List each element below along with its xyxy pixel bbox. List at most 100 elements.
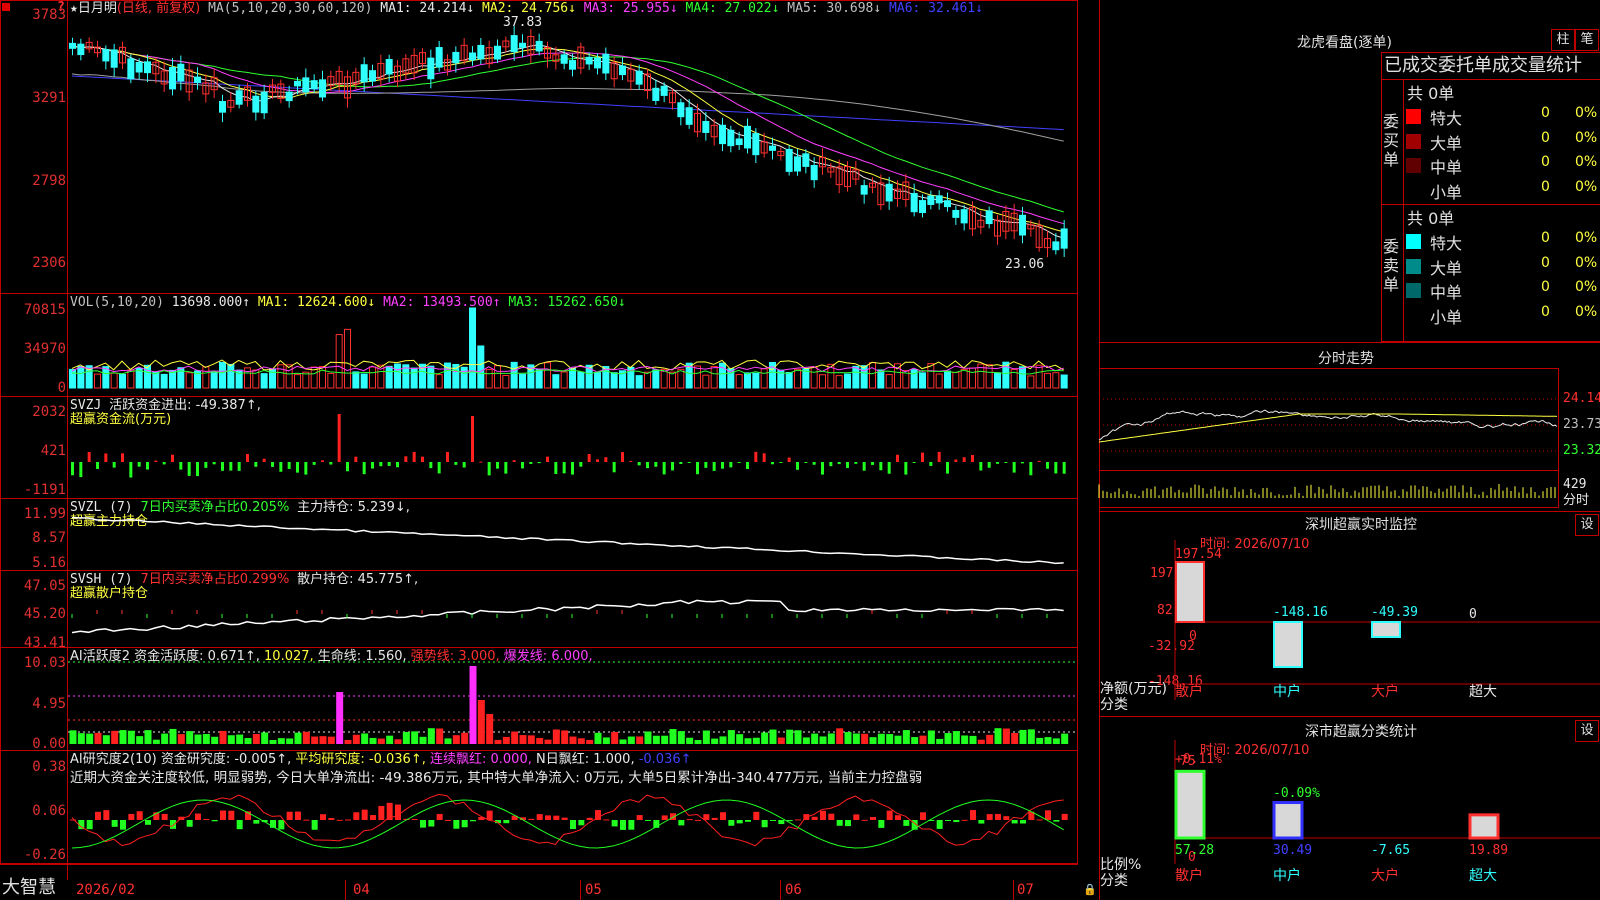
svzj-bar bbox=[896, 454, 899, 462]
sz-net-bar-chart[interactable]: 197.54 散户 -148.16 中户 -49.39 大户 0 超大 bbox=[1099, 540, 1600, 710]
vol-bar bbox=[435, 374, 443, 389]
x-axis-sep bbox=[1013, 880, 1014, 900]
ai-research-bar bbox=[461, 820, 468, 828]
buy-row-label: 中单 bbox=[1430, 158, 1463, 177]
intraday-axis-tick: 23.32 bbox=[1563, 443, 1600, 458]
buy-row-count: 0 bbox=[1541, 105, 1550, 121]
svzj-bar bbox=[962, 457, 966, 462]
ai-active-bar bbox=[827, 733, 835, 744]
vol-bar bbox=[794, 368, 801, 389]
cls-change-label: -0.09% bbox=[1273, 786, 1320, 801]
ai-research-bar bbox=[1003, 816, 1010, 820]
cls-category-label: 大户 bbox=[1371, 867, 1399, 884]
svzj-bar bbox=[521, 462, 524, 469]
sell-color-swatch bbox=[1406, 283, 1421, 298]
volume-chart[interactable] bbox=[68, 300, 1076, 395]
vol-bar bbox=[919, 372, 926, 389]
svzj-bar bbox=[804, 462, 808, 463]
ai-active-bar bbox=[994, 728, 1002, 744]
ai-active-bar bbox=[494, 739, 502, 744]
ai-active-bar bbox=[511, 731, 519, 744]
svzj-chart[interactable] bbox=[68, 398, 1076, 498]
ai-research-bar bbox=[686, 819, 693, 821]
candle bbox=[102, 48, 110, 62]
vol-bar bbox=[644, 371, 651, 389]
logo[interactable]: 大智慧 bbox=[2, 879, 56, 897]
candle bbox=[652, 87, 660, 101]
ai-research-bar bbox=[953, 820, 960, 823]
vol-bar bbox=[910, 369, 918, 389]
ai-research-bar bbox=[678, 820, 685, 826]
sz-bar bbox=[1273, 621, 1303, 669]
vol-bar bbox=[952, 371, 960, 389]
ai-active-bar bbox=[569, 736, 577, 744]
svzj-bar bbox=[579, 462, 583, 467]
ai-active-bar bbox=[777, 737, 785, 744]
ai-active-chart[interactable] bbox=[68, 650, 1076, 750]
svzj-bar bbox=[271, 462, 274, 467]
candle bbox=[469, 52, 476, 61]
pen-view-button[interactable]: 笔 bbox=[1575, 29, 1599, 51]
candle bbox=[69, 42, 76, 49]
vol-bar bbox=[502, 375, 510, 389]
svzl-line[interactable] bbox=[68, 500, 1076, 570]
ma-title: MA(5,10,20,30,60,120) bbox=[208, 1, 373, 16]
stock-name: 日月明 bbox=[77, 1, 117, 16]
ai-active-bar bbox=[936, 738, 944, 744]
sz-class-bar-chart[interactable]: 57.28 散户 30.49 中户 -7.65 大户 19.89 超大 +0.11% -0.09% bbox=[1099, 740, 1600, 900]
candle bbox=[952, 209, 960, 218]
intraday-price-line[interactable] bbox=[1098, 370, 1559, 508]
svzj-bar bbox=[446, 451, 449, 462]
cls-value-label: 19.89 bbox=[1469, 843, 1508, 858]
ai-research-bar bbox=[861, 819, 868, 821]
ai-active-bar bbox=[536, 737, 544, 744]
ai-research-bar bbox=[920, 812, 926, 820]
vol-bar bbox=[560, 371, 568, 389]
ai-active-bar bbox=[161, 733, 169, 744]
svzj-bar bbox=[796, 462, 799, 470]
candlestick-chart[interactable] bbox=[68, 16, 1076, 292]
intraday-title: 分时走势 bbox=[1318, 351, 1374, 367]
ai-research-bar bbox=[870, 817, 876, 820]
sz-class-settings-button[interactable]: 设 bbox=[1575, 720, 1599, 742]
x-axis-sep bbox=[345, 880, 346, 900]
svzj-bar bbox=[662, 462, 666, 475]
bar-view-button[interactable]: 柱 bbox=[1551, 29, 1575, 51]
ai-active-bar bbox=[727, 730, 735, 744]
svzj-bar bbox=[996, 462, 999, 464]
candle bbox=[1060, 228, 1068, 249]
ai-active-bar bbox=[277, 738, 285, 744]
svzj-bar bbox=[1046, 462, 1049, 469]
ai-active-bar bbox=[177, 734, 185, 744]
svzj-bar bbox=[162, 462, 166, 465]
ai-active-bar bbox=[427, 728, 435, 744]
ai-active-bar bbox=[794, 730, 802, 744]
vol-bar bbox=[260, 373, 268, 389]
svzj-bar bbox=[71, 462, 74, 476]
vol-bar bbox=[852, 365, 860, 389]
ai-research-bar bbox=[761, 820, 768, 828]
x-axis-label: 05 bbox=[585, 882, 602, 898]
lock-icon[interactable]: 🔒 bbox=[1083, 883, 1097, 896]
svsh-line[interactable] bbox=[68, 572, 1076, 647]
ai-active-bar bbox=[886, 734, 894, 744]
sz-monitor-settings-button[interactable]: 设 bbox=[1575, 514, 1599, 536]
sz-monitor-top-line bbox=[1099, 511, 1600, 512]
vol-bar bbox=[635, 375, 643, 389]
ai-research-bar bbox=[745, 820, 751, 822]
ai-active-axis-tick: 0.00 bbox=[32, 736, 66, 752]
vol-bar bbox=[285, 364, 293, 389]
ai-research-chart[interactable] bbox=[68, 752, 1076, 863]
ai-research-bar bbox=[170, 820, 176, 829]
vol-bar bbox=[360, 373, 368, 389]
ai-research-bar bbox=[828, 813, 835, 820]
candle bbox=[719, 124, 726, 145]
svzj-bar bbox=[746, 462, 749, 469]
vol-bar bbox=[369, 366, 376, 389]
ai-research-bar bbox=[995, 813, 1001, 820]
candle bbox=[427, 57, 435, 80]
ai-active-bar bbox=[377, 738, 385, 744]
svzj-bar bbox=[254, 462, 258, 467]
ai-research-bar bbox=[970, 810, 976, 820]
candle bbox=[660, 85, 668, 96]
